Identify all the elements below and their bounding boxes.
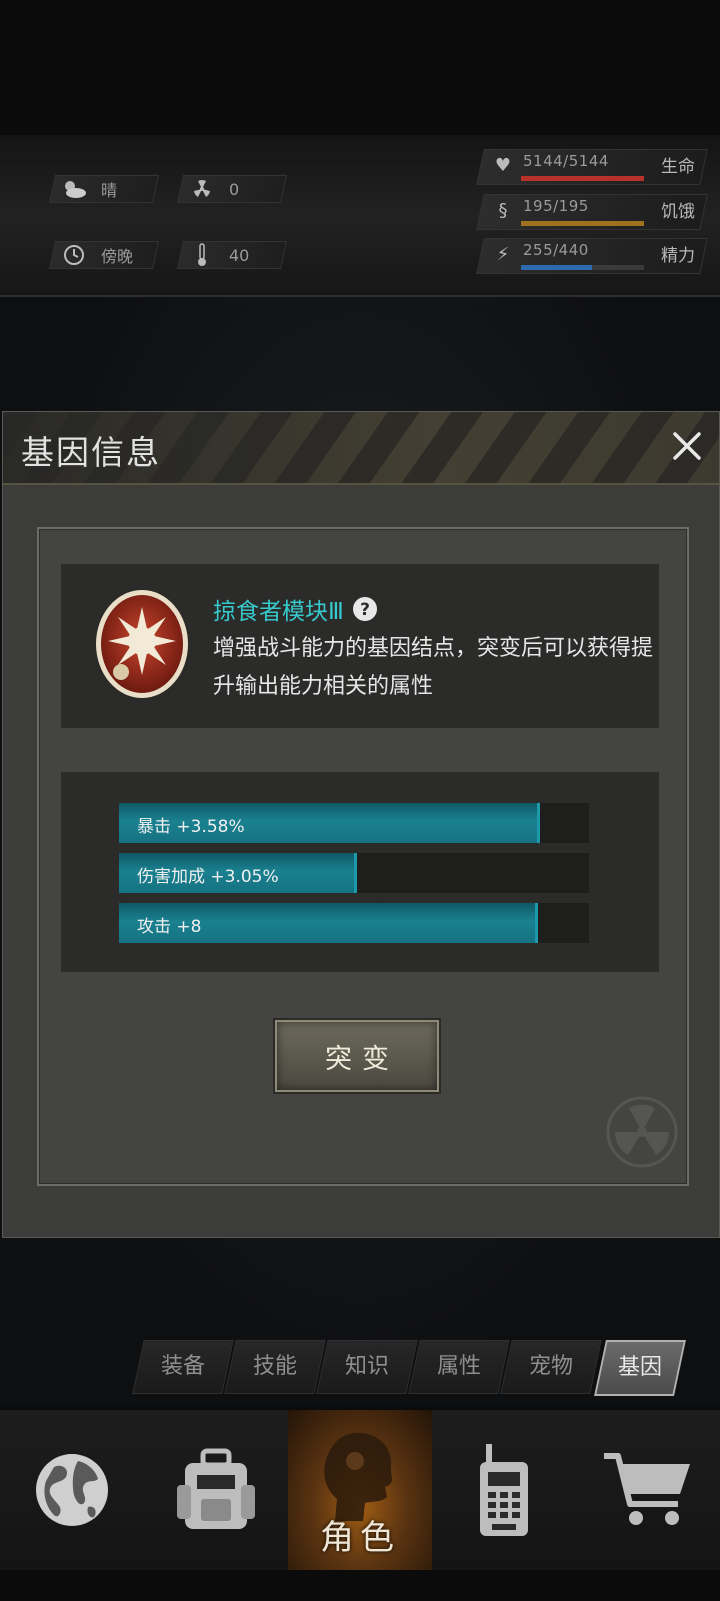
character-tabs: 装备 技能 知识 属性 宠物 基因 [130,1340,700,1396]
nav-world-map[interactable] [0,1410,145,1570]
hunger-bar [521,221,644,226]
stat-label-crit: 暴击 +3.58% [137,817,245,837]
bottom-nav: 角色 [0,1410,720,1570]
gene-stats-card: 暴击 +3.58% 伤害加成 +3.05% 攻击 +8 [61,772,659,972]
nav-character-label: 角色 [320,1518,400,1558]
tab-knowledge[interactable]: 知识 [316,1340,418,1394]
stat-label-damage-bonus: 伤害加成 +3.05% [137,867,279,887]
tab-genes[interactable]: 基因 [594,1340,686,1396]
dialog-title: 基因信息 [21,433,161,472]
mutate-label: 突变 [325,1043,399,1075]
stat-row-crit: 暴击 +3.58% [119,803,589,843]
temperature-value: 40 [229,245,250,265]
radiation-indicator: 0 [177,175,287,203]
backpack-icon [177,1448,255,1529]
weather-indicator: 晴 [49,175,159,203]
close-button[interactable] [667,426,707,466]
vital-hunger: § 195/195 饥饿 [476,194,708,230]
energy-bar [521,265,644,270]
vital-energy: ⚡ 255/440 精力 [476,238,708,274]
heart-icon: ♥ [494,155,512,176]
hunger-value: 195/195 [523,197,589,215]
tab-skills[interactable]: 技能 [224,1340,326,1394]
svg-text:?: ? [360,600,370,620]
nav-shop[interactable] [576,1410,720,1570]
radiation-value: 0 [229,179,240,199]
nav-inventory[interactable] [144,1410,289,1570]
clock-icon [61,242,87,268]
predator-gene-icon [91,586,193,704]
radiation-icon [189,176,215,202]
cloud-sun-icon [61,176,87,202]
mutate-button[interactable]: 突变 [275,1020,439,1092]
gene-name: 掠食者模块Ⅲ [213,599,344,625]
thermometer-icon [189,242,215,268]
walkie-talkie-icon [480,1444,528,1536]
nav-character[interactable]: 角色 [288,1410,433,1570]
nav-radio[interactable] [432,1410,577,1570]
health-bar [521,176,644,181]
energy-value: 255/440 [523,241,589,259]
close-icon [673,432,701,460]
weather-label: 晴 [101,181,118,200]
gene-card: 掠食者模块Ⅲ ? 增强战斗能力的基因结点，突变后可以获得提升输出能力相关的属性 [61,564,659,728]
vital-health: ♥ 5144/5144 生命 [476,149,708,185]
status-bar: 晴 0 傍晚 40 ♥ 5144/5144 生命 § 195/195 饥饿 ⚡ … [0,135,720,405]
tab-equipment[interactable]: 装备 [132,1340,234,1394]
stat-label-attack: 攻击 +8 [137,917,202,937]
tab-attributes[interactable]: 属性 [408,1340,510,1394]
help-icon[interactable]: ? [352,596,378,622]
radiation-watermark-icon [601,1091,683,1173]
gene-info-dialog: 基因信息 掠食者模块Ⅲ ? 增强战斗能力的基因结点，突变后可以获得提升输出能力相… [2,411,720,1238]
health-value: 5144/5144 [523,152,609,170]
health-label: 生命 [661,157,695,177]
gene-panel: 掠食者模块Ⅲ ? 增强战斗能力的基因结点，突变后可以获得提升输出能力相关的属性 … [37,527,689,1186]
gene-description: 增强战斗能力的基因结点，突变后可以获得提升输出能力相关的属性 [213,636,654,699]
energy-label: 精力 [661,246,695,266]
gene-name-row: 掠食者模块Ⅲ ? [213,592,378,626]
globe-icon [36,1454,108,1526]
time-indicator: 傍晚 [49,241,159,269]
tab-pets[interactable]: 宠物 [500,1340,602,1394]
stat-row-damage-bonus: 伤害加成 +3.05% [119,853,589,893]
temperature-indicator: 40 [177,241,287,269]
hunger-label: 饥饿 [661,202,695,222]
time-label: 傍晚 [101,247,134,266]
stomach-icon: § [498,200,508,221]
stat-row-attack: 攻击 +8 [119,903,589,943]
energy-head-icon: ⚡ [496,244,510,265]
shopping-cart-icon [604,1453,690,1525]
